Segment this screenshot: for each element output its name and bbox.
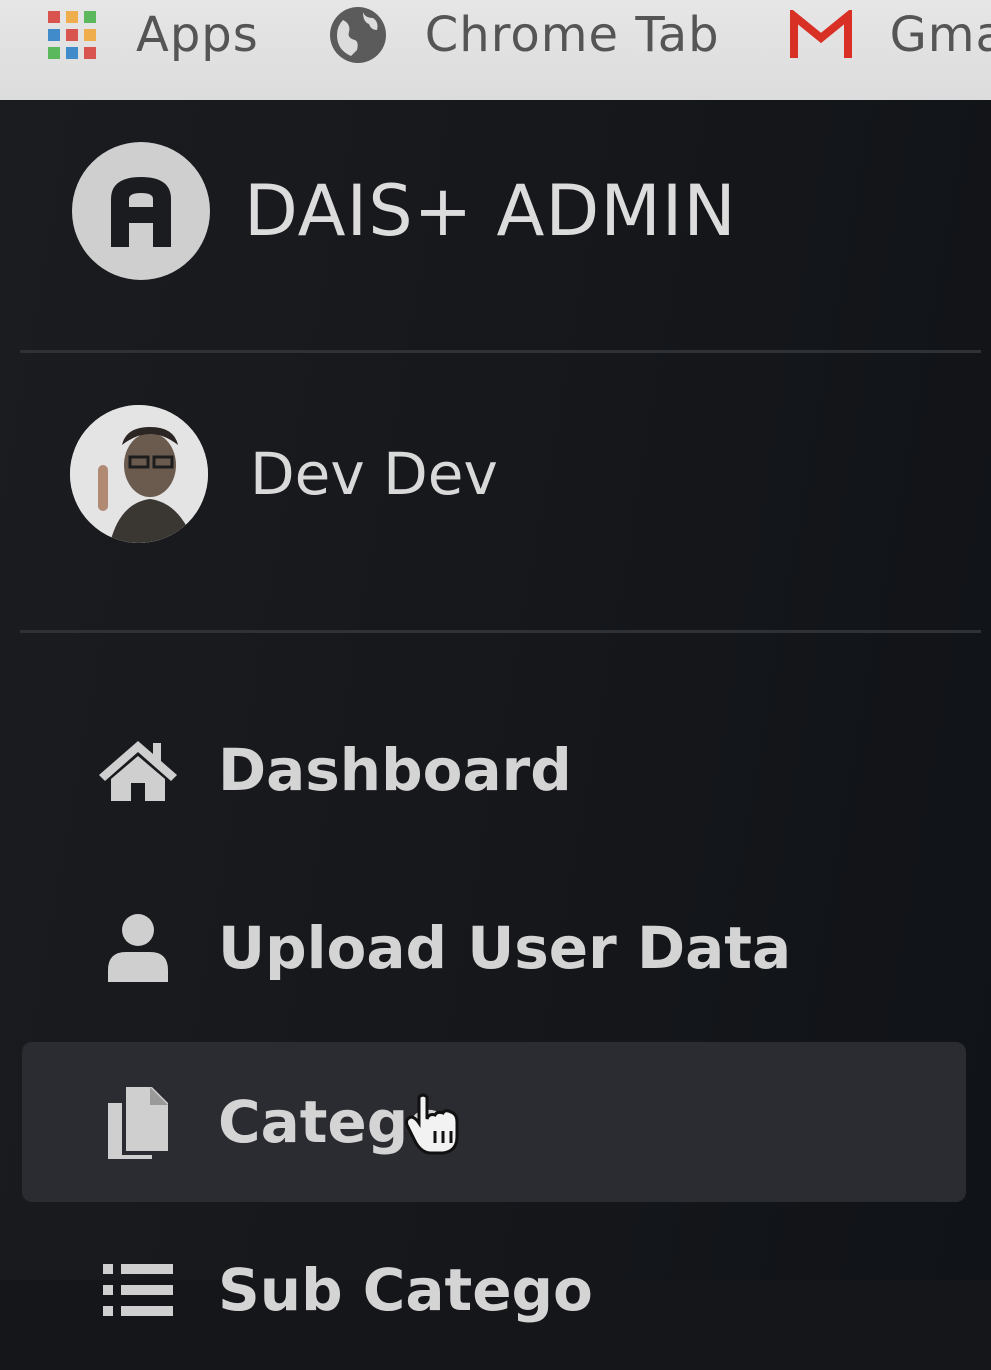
gmail-icon (789, 10, 852, 58)
bookmarks-bar: Apps Chrome Tab Gma (0, 0, 991, 100)
divider (20, 350, 981, 353)
bookmark-chrome-tab[interactable]: Chrome Tab (329, 6, 720, 64)
bookmark-gmail[interactable]: Gma (789, 7, 991, 63)
nav-label: Upload User Data (218, 914, 792, 982)
user-name: Dev Dev (250, 440, 498, 508)
hand-cursor-icon (405, 1093, 459, 1155)
bookmark-label: Apps (136, 7, 259, 63)
nav-label: Dashboard (218, 736, 572, 804)
brand[interactable]: DAIS+ ADMIN (72, 142, 737, 280)
nav-item-category[interactable]: Catego (22, 1042, 966, 1202)
nav-item-dashboard[interactable]: Dashboard (22, 690, 966, 850)
globe-icon (329, 7, 386, 63)
brand-name: DAIS+ ADMIN (244, 170, 737, 252)
list-icon (78, 1260, 198, 1320)
brand-logo (72, 142, 210, 280)
nav-item-upload-user-data[interactable]: Upload User Data (22, 868, 966, 1028)
divider (20, 630, 981, 633)
copy-icon (78, 1085, 198, 1159)
user-icon (78, 912, 198, 984)
bookmark-apps[interactable]: Apps (48, 7, 259, 63)
user-panel[interactable]: Dev Dev (70, 405, 498, 543)
bookmark-label: Chrome Tab (424, 7, 720, 63)
avatar (70, 405, 208, 543)
nav-label: Sub Catego (218, 1256, 593, 1324)
apps-grid-icon (48, 11, 96, 59)
nav-item-sub-category[interactable]: Sub Catego (22, 1210, 966, 1370)
home-icon (78, 737, 198, 803)
brand-logo-icon (111, 177, 171, 247)
bookmark-label: Gma (889, 7, 991, 63)
sidebar: DAIS+ ADMIN Dev Dev Dashboard Upload Use… (0, 100, 991, 1324)
